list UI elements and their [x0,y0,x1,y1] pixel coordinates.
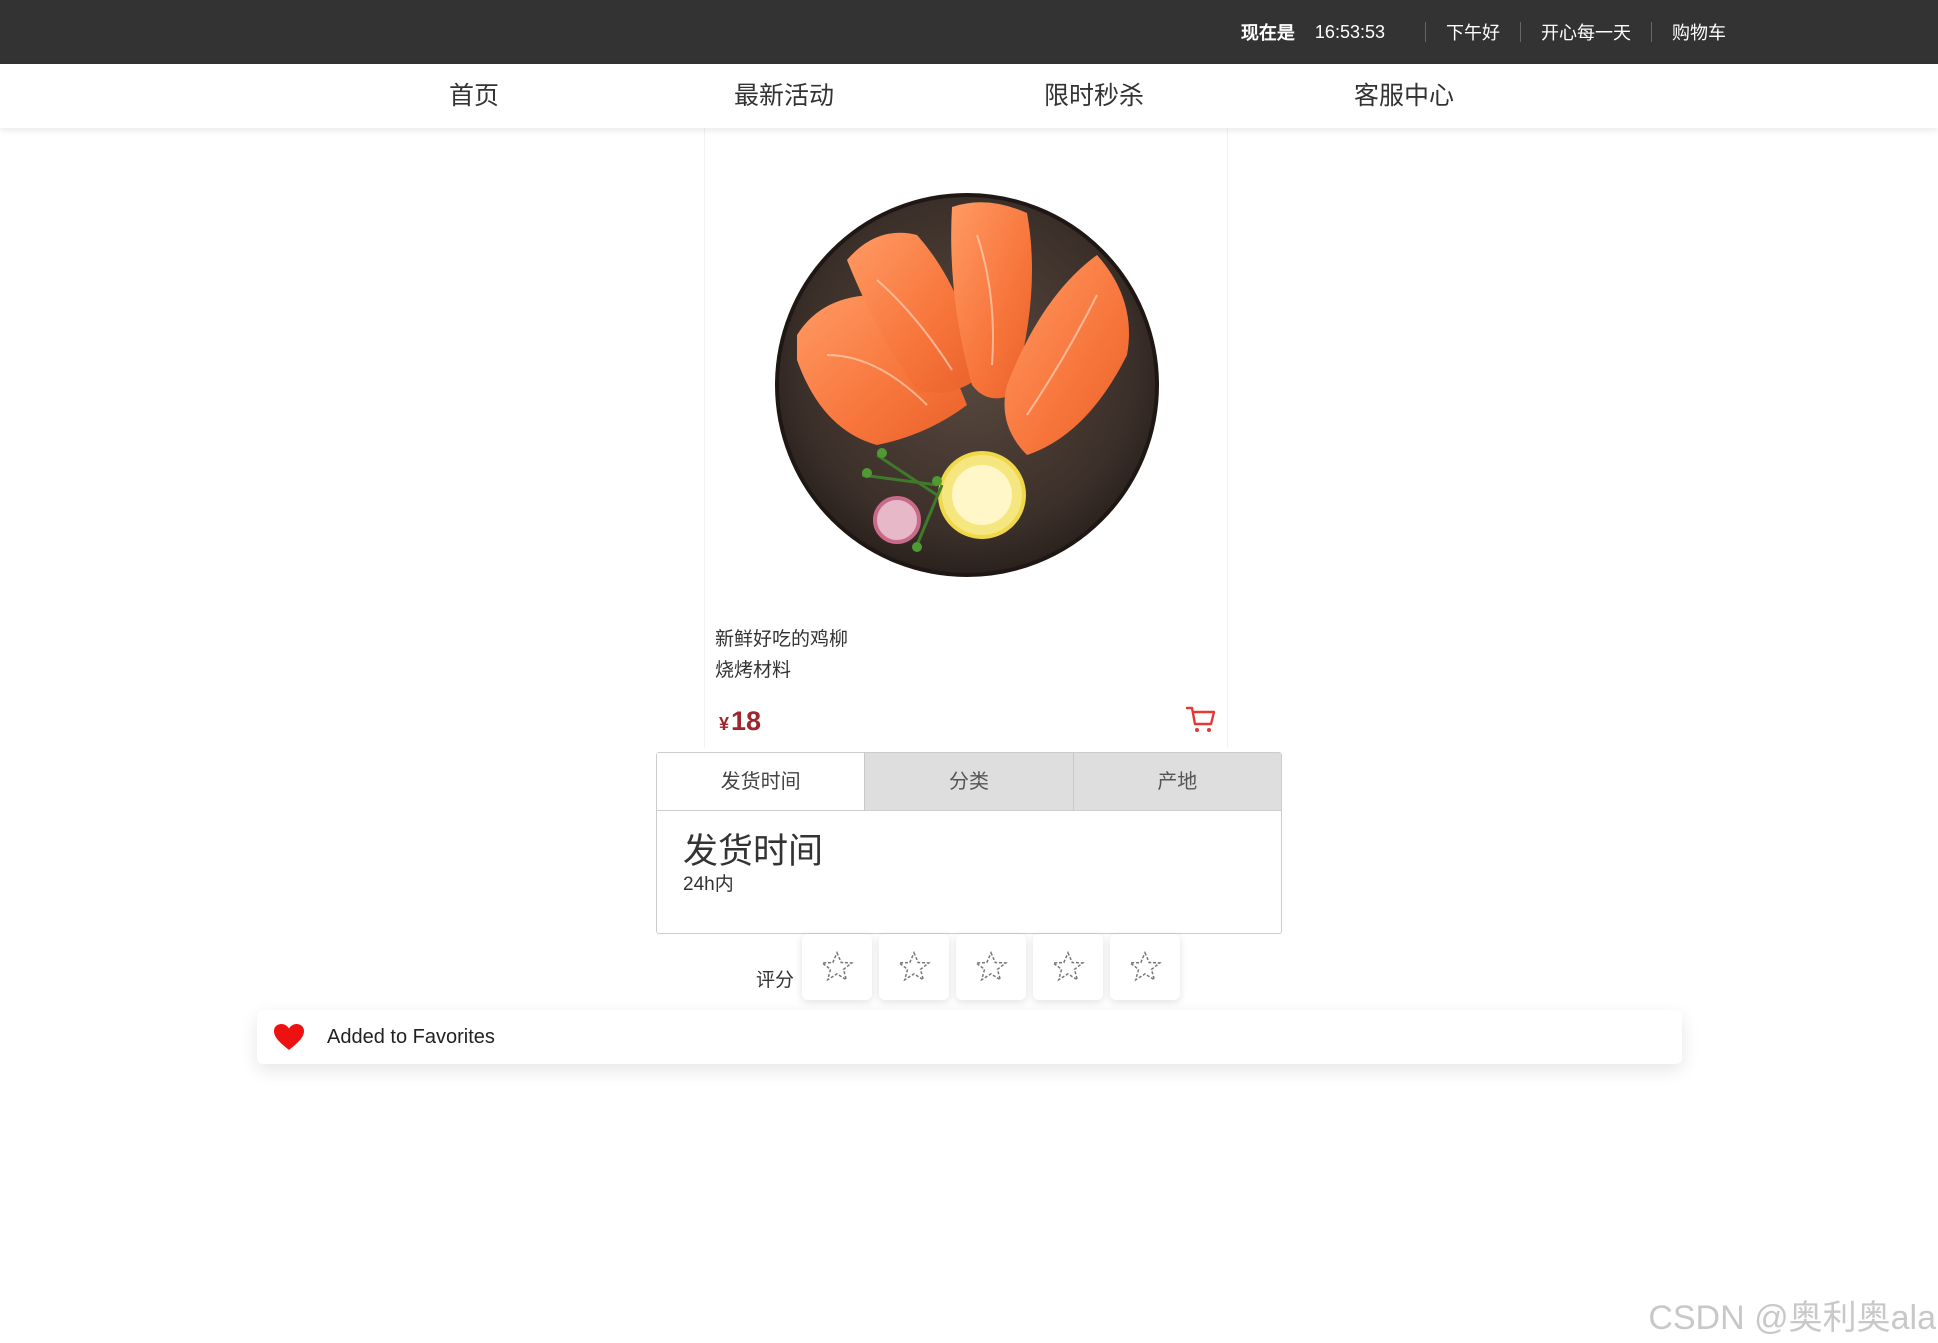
salmon-plate-image [775,193,1159,577]
toast-message: Added to Favorites [327,1025,495,1048]
top-bar: 现在是 16:53:53 下午好 开心每一天 购物车 [0,0,1938,64]
main-nav: 首页 最新活动 限时秒杀 客服中心 [0,64,1938,128]
shopping-cart-icon[interactable] [1185,704,1217,736]
divider [1651,22,1652,42]
price-value: 18 [731,706,762,736]
cart-link[interactable]: 购物车 [1672,19,1726,45]
rating-star-4[interactable] [1033,934,1104,1000]
slogan-text: 开心每一天 [1541,23,1631,43]
tab-panel-text: 24h内 [683,874,734,895]
nav-item-flash-sale[interactable]: 限时秒杀 [994,64,1194,128]
tab-bar: 发货时间 分类 产地 [657,753,1281,811]
product-card: 新鲜好吃的鸡柳 烧烤材料 ¥18 [704,128,1228,748]
tab-panel-title: 发货时间 [683,832,824,871]
divider [1425,22,1426,42]
rating-widget: 评分 [756,934,1187,1000]
tab-category[interactable]: 分类 [864,753,1073,810]
product-name-line: 新鲜好吃的鸡柳 [715,629,849,650]
product-price: ¥18 [719,706,761,737]
star-outline-icon [1051,950,1085,982]
divider [1520,22,1521,42]
rating-star-5[interactable] [1110,934,1181,1000]
nav-item-latest-events[interactable]: 最新活动 [684,64,884,128]
star-outline-icon [1128,950,1162,982]
star-outline-icon [897,950,931,982]
time-label: 现在是 [1240,23,1295,43]
star-outline-icon [820,950,854,982]
tab-panel: 发货时间 24h内 [657,811,1281,917]
heart-icon [274,1024,304,1050]
product-info-tabs: 发货时间 分类 产地 发货时间 24h内 [656,752,1282,934]
current-time: 16:53:53 [1314,21,1385,42]
currency-symbol: ¥ [719,714,730,734]
rating-star-1[interactable] [802,934,873,1000]
rating-star-2[interactable] [879,934,950,1000]
rating-star-3[interactable] [956,934,1027,1000]
top-bar-info: 现在是 16:53:53 下午好 开心每一天 购物车 [1241,0,1726,64]
tab-shipping-time[interactable]: 发货时间 [657,753,865,810]
greeting-text: 下午好 [1446,23,1500,43]
tab-origin[interactable]: 产地 [1072,753,1281,810]
product-name-line: 烧烤材料 [715,660,792,681]
favorites-toast: Added to Favorites [257,1010,1682,1064]
nav-item-customer-service[interactable]: 客服中心 [1304,64,1504,128]
product-name: 新鲜好吃的鸡柳 烧烤材料 [715,624,848,686]
rating-label: 评分 [756,969,795,991]
nav-item-home[interactable]: 首页 [374,64,574,128]
watermark: CSDN @奥利奥ala [1648,1299,1936,1337]
star-outline-icon [974,950,1008,982]
